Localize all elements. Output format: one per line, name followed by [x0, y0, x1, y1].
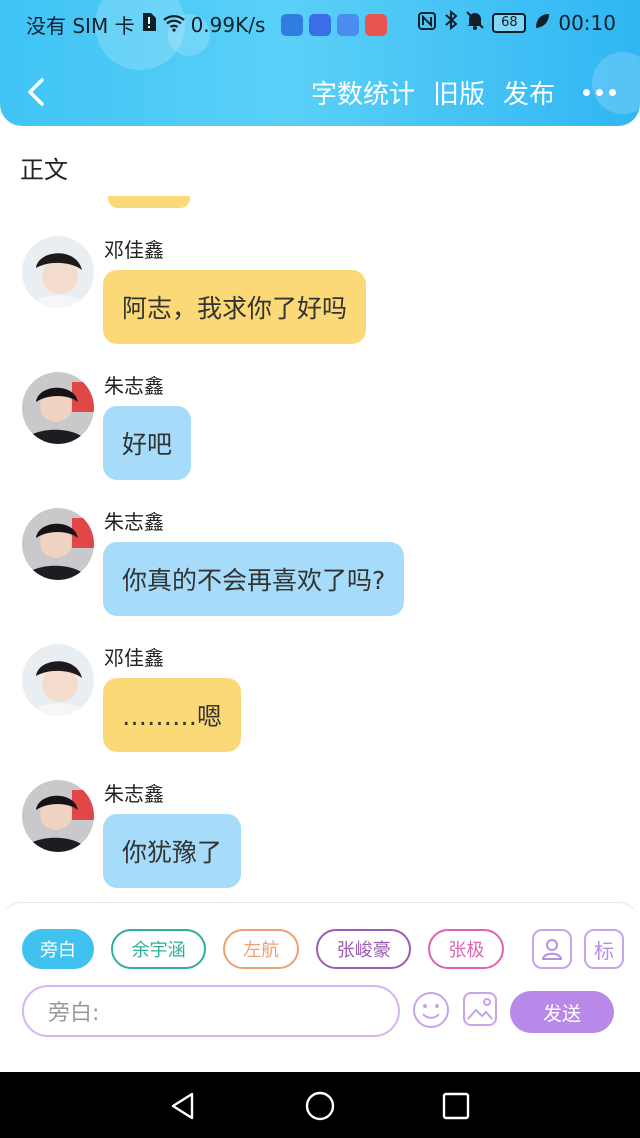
leaf-icon — [534, 11, 550, 35]
status-bar: 没有 SIM 卡 0.99K/s 68 00:10 — [0, 0, 640, 44]
role-chip[interactable]: 张极 — [428, 929, 505, 969]
avatar[interactable] — [22, 508, 94, 580]
character-manage-button[interactable] — [532, 929, 572, 969]
back-button[interactable] — [18, 72, 58, 112]
avatar[interactable] — [22, 236, 94, 308]
sender-name: 邓佳鑫 — [104, 646, 164, 670]
nfc-icon — [418, 11, 437, 35]
publish-button[interactable]: 发布 — [503, 74, 555, 111]
home-nav-button[interactable] — [305, 1091, 335, 1121]
avatar[interactable] — [22, 372, 94, 444]
cloud-app-icon — [337, 13, 360, 36]
role-chip[interactable]: 张峻豪 — [316, 929, 412, 969]
triangle-back-icon — [171, 1092, 194, 1120]
smiley-icon — [413, 992, 449, 1028]
role-chip-narrator[interactable]: 旁白 — [22, 929, 94, 969]
square-recents-icon — [442, 1092, 470, 1120]
person-icon — [541, 939, 563, 960]
back-arrow-icon — [28, 78, 44, 106]
network-speed: 0.99K/s — [190, 12, 266, 37]
send-button[interactable]: 发送 — [510, 991, 614, 1033]
role-chip[interactable]: 左航 — [223, 929, 300, 969]
nav-bar: 字数统计 旧版 发布 — [0, 66, 640, 120]
message-bubble[interactable]: 你真的不会再喜欢了吗? — [103, 542, 405, 616]
chat-list[interactable]: 邓佳鑫 阿志，我求你了好吗 朱志鑫 好吧 朱志鑫 你真的不会再喜欢了吗? 邓佳鑫 — [0, 196, 640, 900]
clock: 00:10 — [558, 10, 616, 35]
mark-button[interactable]: 标 — [584, 929, 624, 969]
sender-name: 邓佳鑫 — [104, 238, 164, 262]
message-bubble[interactable]: ………嗯 — [103, 678, 242, 752]
circle-home-icon — [305, 1091, 335, 1121]
avatar[interactable] — [22, 644, 94, 716]
role-selector: 旁白 余宇涵 左航 张峻豪 张极 — [22, 929, 512, 971]
bluetooth-icon — [444, 9, 458, 35]
word-count-button[interactable]: 字数统计 — [311, 74, 415, 111]
composer-panel: 旁白 余宇涵 左航 张峻豪 张极 标 旁白: 发送 — [0, 902, 640, 1072]
wifi-icon — [162, 13, 185, 37]
role-chip[interactable]: 余宇涵 — [111, 929, 207, 969]
avatar[interactable] — [22, 780, 94, 852]
message-bubble[interactable]: 你犹豫了 — [103, 814, 242, 888]
message-input[interactable]: 旁白: — [22, 985, 400, 1037]
image-button[interactable] — [462, 991, 500, 1029]
message-bubble[interactable]: 好吧 — [103, 406, 192, 480]
more-options-button[interactable] — [583, 89, 616, 96]
old-version-button[interactable]: 旧版 — [433, 74, 485, 111]
emoji-button[interactable] — [412, 991, 450, 1029]
bulb-app-icon — [309, 13, 332, 36]
weather-app-icon — [281, 13, 304, 36]
message-bubble[interactable]: 阿志，我求你了好吗 — [103, 270, 367, 344]
book-app-icon — [365, 13, 388, 36]
recents-nav-button[interactable] — [441, 1091, 471, 1121]
section-title: 正文 — [20, 156, 68, 184]
chat-editor-screen: 没有 SIM 卡 0.99K/s 68 00:10 字数统计 旧版 发布 正文 … — [0, 0, 640, 1138]
back-nav-button[interactable] — [168, 1091, 198, 1121]
sender-name: 朱志鑫 — [104, 510, 164, 534]
carrier-text: 没有 SIM 卡 — [26, 14, 135, 38]
image-icon — [463, 992, 497, 1026]
app-header: 没有 SIM 卡 0.99K/s 68 00:10 字数统计 旧版 发布 — [0, 0, 640, 126]
mute-bell-icon — [466, 10, 485, 35]
system-nav-bar — [0, 1072, 640, 1138]
sender-name: 朱志鑫 — [104, 374, 164, 398]
battery-indicator: 68 — [492, 12, 527, 33]
partial-message-bubble — [108, 196, 190, 208]
sim-alert-icon — [141, 12, 157, 37]
sender-name: 朱志鑫 — [104, 782, 164, 806]
